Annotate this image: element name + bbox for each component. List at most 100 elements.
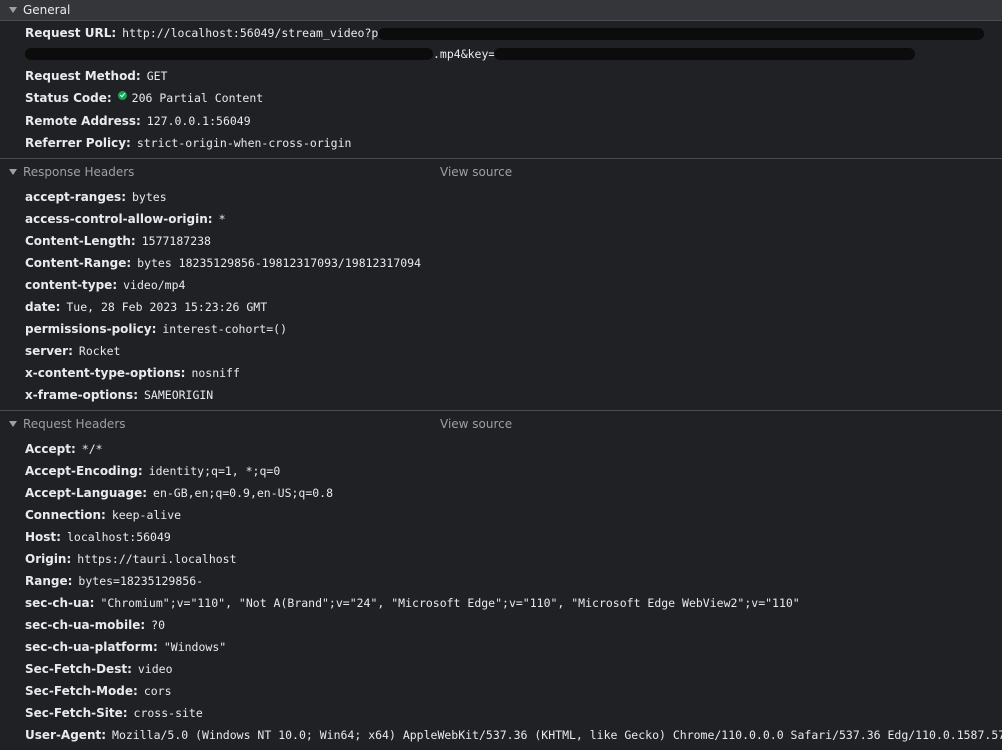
header-row: Content-Length: 1577187238 <box>25 230 211 252</box>
header-key: Status Code: <box>25 91 112 105</box>
header-key: permissions-policy: <box>25 322 157 336</box>
response-headers-section-header[interactable]: Response Headers View source <box>0 158 1002 185</box>
referrer-policy-row: Referrer Policy: strict-origin-when-cros… <box>25 132 351 154</box>
header-value[interactable]: ?0 <box>151 618 165 632</box>
header-row: Host: localhost:56049 <box>25 526 171 548</box>
header-key: User-Agent: <box>25 728 107 742</box>
collapse-triangle-icon[interactable] <box>9 421 17 427</box>
header-key: Content-Length: <box>25 234 136 248</box>
header-row: Connection: keep-alive <box>25 504 181 526</box>
header-key: x-frame-options: <box>25 388 138 402</box>
header-row: access-control-allow-origin: * <box>25 208 226 230</box>
request-headers-section-header[interactable]: Request Headers View source <box>0 410 1002 437</box>
request-method-row: Request Method: GET <box>25 65 167 87</box>
header-key: Remote Address: <box>25 114 141 128</box>
header-value[interactable]: */* <box>82 442 103 456</box>
header-row: sec-ch-ua: "Chromium";v="110", "Not A(Bra… <box>25 592 800 614</box>
header-value[interactable]: cross-site <box>134 706 203 720</box>
header-value[interactable]: "Windows" <box>164 640 226 654</box>
header-value[interactable]: * <box>219 212 226 226</box>
header-key: Accept-Encoding: <box>25 464 143 478</box>
header-value[interactable]: SAMEORIGIN <box>144 388 213 402</box>
request-url-row: Request URL: http://localhost:56049/stre… <box>25 22 406 44</box>
header-value[interactable]: video/mp4 <box>123 278 185 292</box>
headers-panel: General Request URL: http://localhost:56… <box>0 0 1002 750</box>
header-value[interactable]: Tue, 28 Feb 2023 15:23:26 GMT <box>66 300 267 314</box>
header-key: x-content-type-options: <box>25 366 186 380</box>
header-value[interactable]: "Chromium";v="110", "Not A(Brand";v="24"… <box>100 596 799 610</box>
header-row: Sec-Fetch-Mode: cors <box>25 680 172 702</box>
header-row: Origin: https://tauri.localhost <box>25 548 237 570</box>
status-ok-icon <box>117 90 127 100</box>
section-title: Request Headers <box>23 417 126 431</box>
header-row: Accept: */* <box>25 438 103 460</box>
collapse-triangle-icon[interactable] <box>9 169 17 175</box>
header-key: Sec-Fetch-Mode: <box>25 684 138 698</box>
collapse-triangle-icon[interactable] <box>9 7 17 13</box>
header-value[interactable]: bytes=18235129856- <box>78 574 203 588</box>
header-row: User-Agent: Mozilla/5.0 (Windows NT 10.0;… <box>25 724 1002 746</box>
header-value[interactable]: localhost:56049 <box>67 530 171 544</box>
redacted-bar <box>378 28 984 40</box>
header-key: Connection: <box>25 508 106 522</box>
section-title: Response Headers <box>23 165 135 179</box>
header-key: date: <box>25 300 61 314</box>
header-value[interactable]: .mp4&key= <box>433 47 495 61</box>
header-key: Sec-Fetch-Dest: <box>25 662 132 676</box>
header-value[interactable]: GET <box>147 69 168 83</box>
header-key: Request Method: <box>25 69 141 83</box>
header-row: Content-Range: bytes 18235129856-19812317… <box>25 252 421 274</box>
header-value[interactable]: Rocket <box>79 344 121 358</box>
header-value[interactable]: 1577187238 <box>142 234 211 248</box>
header-row: sec-ch-ua-mobile: ?0 <box>25 614 165 636</box>
header-row: Range: bytes=18235129856- <box>25 570 203 592</box>
header-value[interactable]: http://localhost:56049/stream_video?path… <box>122 26 406 40</box>
header-key: Sec-Fetch-Site: <box>25 706 128 720</box>
header-key: Origin: <box>25 552 72 566</box>
header-key: Request URL: <box>25 26 117 40</box>
header-value[interactable]: en-GB,en;q=0.9,en-US;q=0.8 <box>153 486 333 500</box>
header-row: Sec-Fetch-Dest: video <box>25 658 173 680</box>
header-row: Accept-Language: en-GB,en;q=0.9,en-US;q=0… <box>25 482 333 504</box>
header-row: Sec-Fetch-Site: cross-site <box>25 702 203 724</box>
header-value[interactable]: video <box>138 662 173 676</box>
header-key: content-type: <box>25 278 118 292</box>
header-value[interactable]: cors <box>144 684 172 698</box>
header-key: Accept: <box>25 442 76 456</box>
header-key: sec-ch-ua: <box>25 596 95 610</box>
header-key: sec-ch-ua-mobile: <box>25 618 146 632</box>
header-key: access-control-allow-origin: <box>25 212 213 226</box>
header-key: Host: <box>25 530 61 544</box>
header-key: sec-ch-ua-platform: <box>25 640 158 654</box>
header-value[interactable]: interest-cohort=() <box>162 322 287 336</box>
view-source-link[interactable]: View source <box>440 417 512 431</box>
header-key: accept-ranges: <box>25 190 126 204</box>
header-value[interactable]: strict-origin-when-cross-origin <box>137 136 352 150</box>
header-key: Range: <box>25 574 73 588</box>
header-key: server: <box>25 344 73 358</box>
status-code-row: Status Code: 206 Partial Content <box>25 87 263 109</box>
redacted-bar <box>25 48 433 60</box>
header-key: Content-Range: <box>25 256 132 270</box>
header-value[interactable]: bytes <box>132 190 167 204</box>
remote-address-row: Remote Address: 127.0.0.1:56049 <box>25 110 251 132</box>
header-row: Accept-Encoding: identity;q=1, *;q=0 <box>25 460 280 482</box>
header-row: permissions-policy: interest-cohort=() <box>25 318 287 340</box>
header-value[interactable]: bytes 18235129856-19812317093/1981231709… <box>137 256 421 270</box>
header-key: Accept-Language: <box>25 486 148 500</box>
header-value[interactable]: Mozilla/5.0 (Windows NT 10.0; Win64; x64… <box>112 728 1002 742</box>
header-value[interactable]: 206 Partial Content <box>132 91 264 105</box>
header-value[interactable]: https://tauri.localhost <box>77 552 236 566</box>
view-source-link[interactable]: View source <box>440 165 512 179</box>
header-value[interactable]: keep-alive <box>112 508 181 522</box>
general-section-header[interactable]: General <box>0 0 1002 21</box>
header-key: Referrer Policy: <box>25 136 131 150</box>
request-url-continuation: .mp4&key= <box>433 43 495 65</box>
header-row: x-content-type-options: nosniff <box>25 362 240 384</box>
header-row: x-frame-options: SAMEORIGIN <box>25 384 213 406</box>
header-value[interactable]: identity;q=1, *;q=0 <box>149 464 281 478</box>
header-row: sec-ch-ua-platform: "Windows" <box>25 636 226 658</box>
header-value[interactable]: 127.0.0.1:56049 <box>147 114 251 128</box>
header-value[interactable]: nosniff <box>191 366 239 380</box>
header-row: date: Tue, 28 Feb 2023 15:23:26 GMT <box>25 296 267 318</box>
